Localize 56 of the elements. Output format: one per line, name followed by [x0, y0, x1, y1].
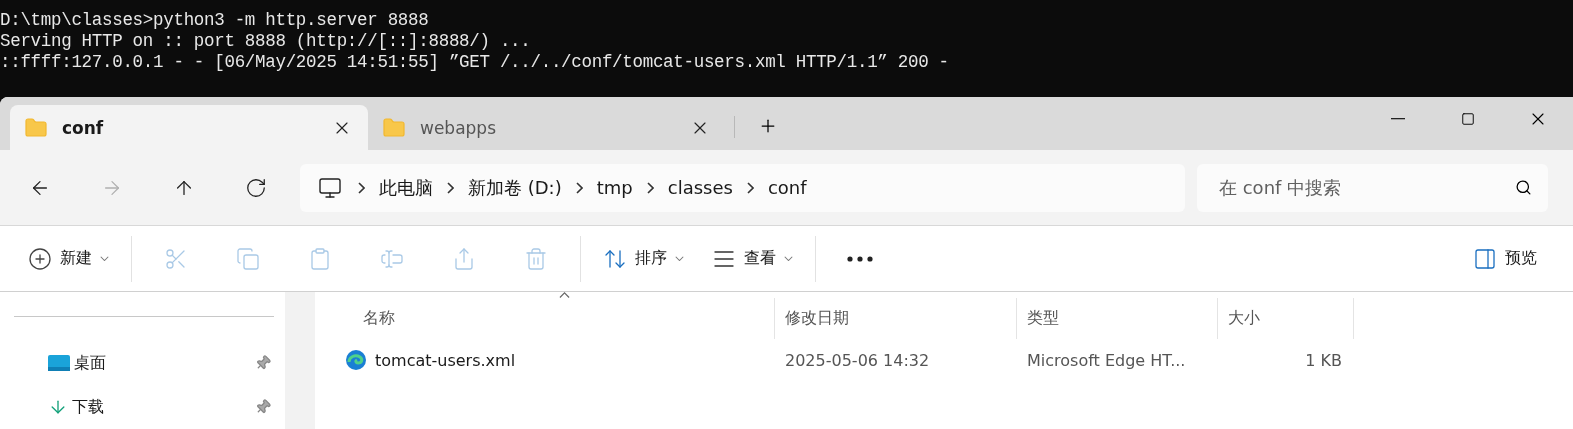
terminal-line: Serving HTTP on :: port 8888 (http://[::]:8888/) ... [0, 31, 532, 52]
caret-icon [100, 255, 109, 262]
breadcrumb-item[interactable]: tmp [582, 177, 647, 199]
terminal-line: ::ffff:127.0.0.1 - - [06/May/2025 14:51:55] ”GET /../../conf/tomcat-users.xml HTTP/1.1” 200 - [0, 52, 950, 73]
desktop-icon [48, 354, 70, 372]
column-header[interactable]: 大小 [1218, 298, 1354, 339]
table-cell-text: 2025-05-06 14:32 [784, 350, 931, 370]
caret-icon [675, 255, 684, 262]
breadcrumb-item[interactable]: 此电脑 [365, 175, 447, 200]
refresh-icon [245, 176, 267, 199]
sidebar-item[interactable]: 桌面 [0, 341, 285, 385]
address-bar[interactable]: 此电脑 新加卷 (D:) tmp classes conf [300, 163, 1185, 212]
minimize-icon [1391, 118, 1405, 120]
plus-circle-icon [28, 246, 52, 271]
chevron-icon [358, 181, 365, 194]
table-cell-text: 1 KB [1304, 350, 1343, 370]
folder-icon [24, 115, 48, 140]
view-button[interactable]: 查看 [706, 236, 799, 281]
share-icon [452, 246, 476, 271]
sidebar-label: 下载 [72, 396, 105, 418]
chevron-icon [575, 181, 583, 194]
monitor-icon [318, 175, 342, 200]
trash-icon [524, 246, 548, 271]
tab-label: webapps [420, 117, 497, 138]
copy-icon [236, 246, 260, 271]
preview-button[interactable]: 预览 [1467, 236, 1543, 281]
breadcrumb-item[interactable]: conf [753, 177, 821, 199]
terminal-line: D:\tmp\classes>python3 -m http.server 8888 [0, 10, 430, 31]
sort-button[interactable]: 排序 [597, 236, 690, 281]
breadcrumb-item[interactable]: 新加卷 (D:) [454, 175, 576, 200]
caret-icon [784, 255, 793, 262]
sort-caret-icon [559, 292, 570, 299]
tab[interactable]: webapps [368, 105, 726, 151]
chevron-icon [746, 181, 754, 194]
search-field[interactable]: 在 conf 中搜索 [1197, 163, 1548, 212]
sidebar-label: 桌面 [74, 352, 107, 374]
file-row[interactable]: tomcat-users.xml 2025-05-06 14:32 Microsoft Edge HT... 1 KB [315, 339, 1573, 381]
file-name: tomcat-users.xml [375, 350, 516, 370]
tab[interactable]: conf [10, 105, 368, 151]
more-icon [847, 255, 873, 262]
breadcrumb-item[interactable]: classes [653, 177, 747, 199]
sidebar-item[interactable]: 下载 [0, 385, 285, 429]
maximize-icon [1461, 112, 1475, 126]
search-icon [1515, 178, 1532, 196]
new-button[interactable]: 新建 [22, 236, 115, 281]
column-header[interactable]: 名称 [315, 298, 775, 339]
chevron-icon [646, 181, 654, 194]
table-cell-text: Microsoft Edge HT... [1026, 350, 1187, 370]
panel-icon [1473, 246, 1497, 271]
column-header[interactable]: 类型 [1017, 298, 1218, 339]
edge-icon [345, 349, 367, 371]
chevron-icon [447, 181, 454, 194]
column-header[interactable]: 修改日期 [775, 298, 1017, 339]
tab-label: conf [62, 117, 105, 138]
folder-icon [382, 115, 406, 140]
clipboard-icon [308, 246, 332, 271]
